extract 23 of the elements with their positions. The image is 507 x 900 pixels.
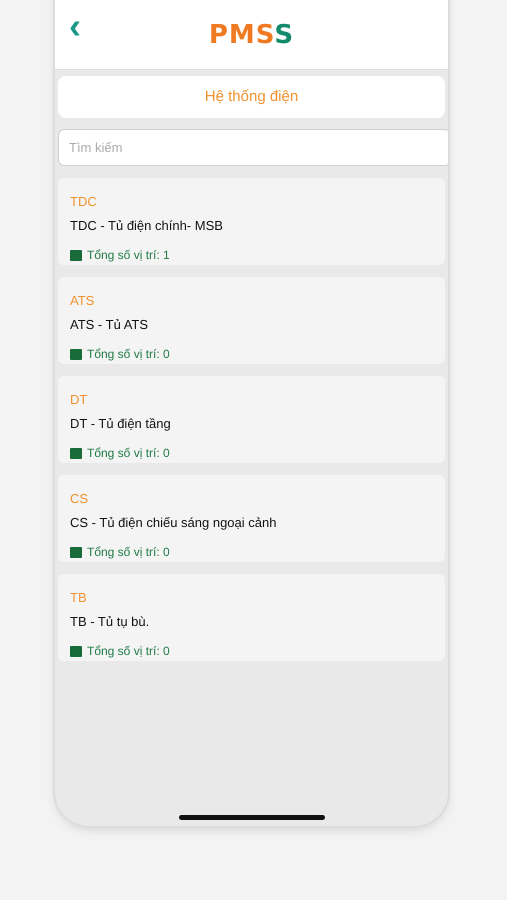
system-code: DT [70, 391, 88, 409]
system-card[interactable]: TB TB - Tủ tụ bù. Tổng số vị trí: 0 [58, 574, 445, 661]
system-card[interactable]: CS CS - Tủ điện chiếu sáng ngoại cảnh Tổng số vị trí: 0 [58, 475, 445, 562]
search-field[interactable]: Tìm kiếm [58, 129, 448, 166]
location-count: Tổng số vị trí: 0 [87, 346, 170, 363]
system-name: CS - Tủ điện chiếu sáng ngoại cảnh [70, 514, 278, 532]
system-name: ATS - Tủ ATS [70, 316, 150, 334]
location-count: Tổng số vị trí: 0 [87, 544, 170, 561]
system-code: TDC [70, 193, 98, 211]
screen-title: Hệ thống điện [204, 86, 298, 107]
system-name: TDC - Tủ điện chính- MSB [70, 216, 224, 234]
system-code: ATS [70, 292, 96, 310]
location-count: Tổng số vị trí: 1 [87, 247, 170, 264]
location-count: Tổng số vị trí: 0 [87, 643, 170, 660]
system-card[interactable]: DT DT - Tủ điện tầng Tổng số vị trí: 0 [58, 376, 445, 463]
system-card[interactable]: TDC TDC - Tủ điện chính- MSB Tổng số vị trí: 1 [58, 178, 445, 265]
system-code: TB [70, 589, 88, 607]
system-card[interactable]: ATS ATS - Tủ ATS Tổng số vị trí: 0 [58, 277, 445, 364]
logo: PMSS [208, 22, 294, 48]
system-name: TB - Tủ tụ bù. [70, 612, 150, 630]
system-code: CS [70, 490, 90, 508]
system-name: DT - Tủ điện tầng [70, 414, 172, 433]
location-count: Tổng số vị trí: 0 [87, 445, 170, 462]
